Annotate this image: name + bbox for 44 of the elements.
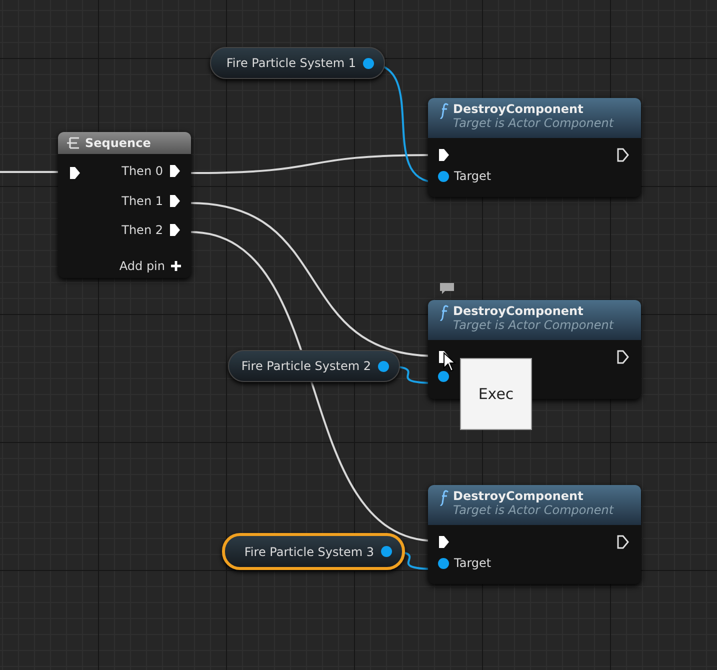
- variable-node[interactable]: Fire Particle System 3: [222, 533, 405, 570]
- node-title: DestroyComponent: [453, 304, 584, 318]
- pin-label: Then 0: [122, 164, 163, 178]
- comment-icon[interactable]: [439, 282, 455, 295]
- function-icon: [440, 103, 449, 119]
- node-title: Sequence: [85, 136, 151, 150]
- object-pin[interactable]: [363, 58, 374, 68]
- node-title: DestroyComponent: [453, 102, 584, 116]
- target-pin[interactable]: [438, 558, 449, 568]
- object-pin[interactable]: [381, 546, 392, 557]
- target-pin[interactable]: [438, 170, 449, 182]
- variable-label: Fire Particle System 2: [241, 359, 371, 373]
- cursor-icon: [443, 352, 457, 372]
- exec-pin[interactable]: [438, 148, 450, 162]
- exec-out-pin[interactable]: [617, 148, 629, 162]
- pin-label: Target: [454, 556, 492, 570]
- function-node[interactable]: DestroyComponent Target is Actor Component Target: [428, 98, 641, 197]
- exec-out-pin[interactable]: [617, 535, 629, 549]
- function-node[interactable]: DestroyComponent Target is Actor Component Target: [428, 485, 641, 584]
- variable-label: Fire Particle System 3: [244, 544, 374, 558]
- exec-pin[interactable]: [438, 535, 450, 549]
- plus-icon: [171, 261, 181, 271]
- exec-out-pin[interactable]: [617, 350, 629, 364]
- function-icon: [440, 490, 449, 506]
- pin-label: Target: [454, 169, 492, 183]
- pin-label: Then 2: [122, 223, 163, 237]
- exec-pin[interactable]: [169, 223, 181, 237]
- sequence-node[interactable]: Sequence Then 0 Then 1 Then 2 Add pin: [58, 132, 191, 278]
- exec-pin[interactable]: [169, 164, 181, 178]
- node-subtitle: Target is Actor Component: [453, 318, 614, 332]
- object-pin[interactable]: [378, 360, 389, 372]
- add-pin-button[interactable]: Add pin: [119, 259, 181, 273]
- variable-node[interactable]: Fire Particle System 2: [228, 350, 400, 382]
- variable-node[interactable]: Fire Particle System 1: [210, 47, 385, 79]
- variable-label: Fire Particle System 1: [226, 56, 356, 70]
- node-subtitle: Target is Actor Component: [453, 503, 614, 517]
- function-icon: [440, 305, 449, 321]
- pin-label: Then 1: [122, 194, 163, 208]
- exec-pin[interactable]: [169, 194, 181, 208]
- node-subtitle: Target is Actor Component: [453, 116, 614, 130]
- node-title: DestroyComponent: [453, 489, 584, 503]
- exec-pin[interactable]: [69, 166, 81, 180]
- target-pin[interactable]: [438, 371, 449, 382]
- sequence-icon: [66, 137, 80, 149]
